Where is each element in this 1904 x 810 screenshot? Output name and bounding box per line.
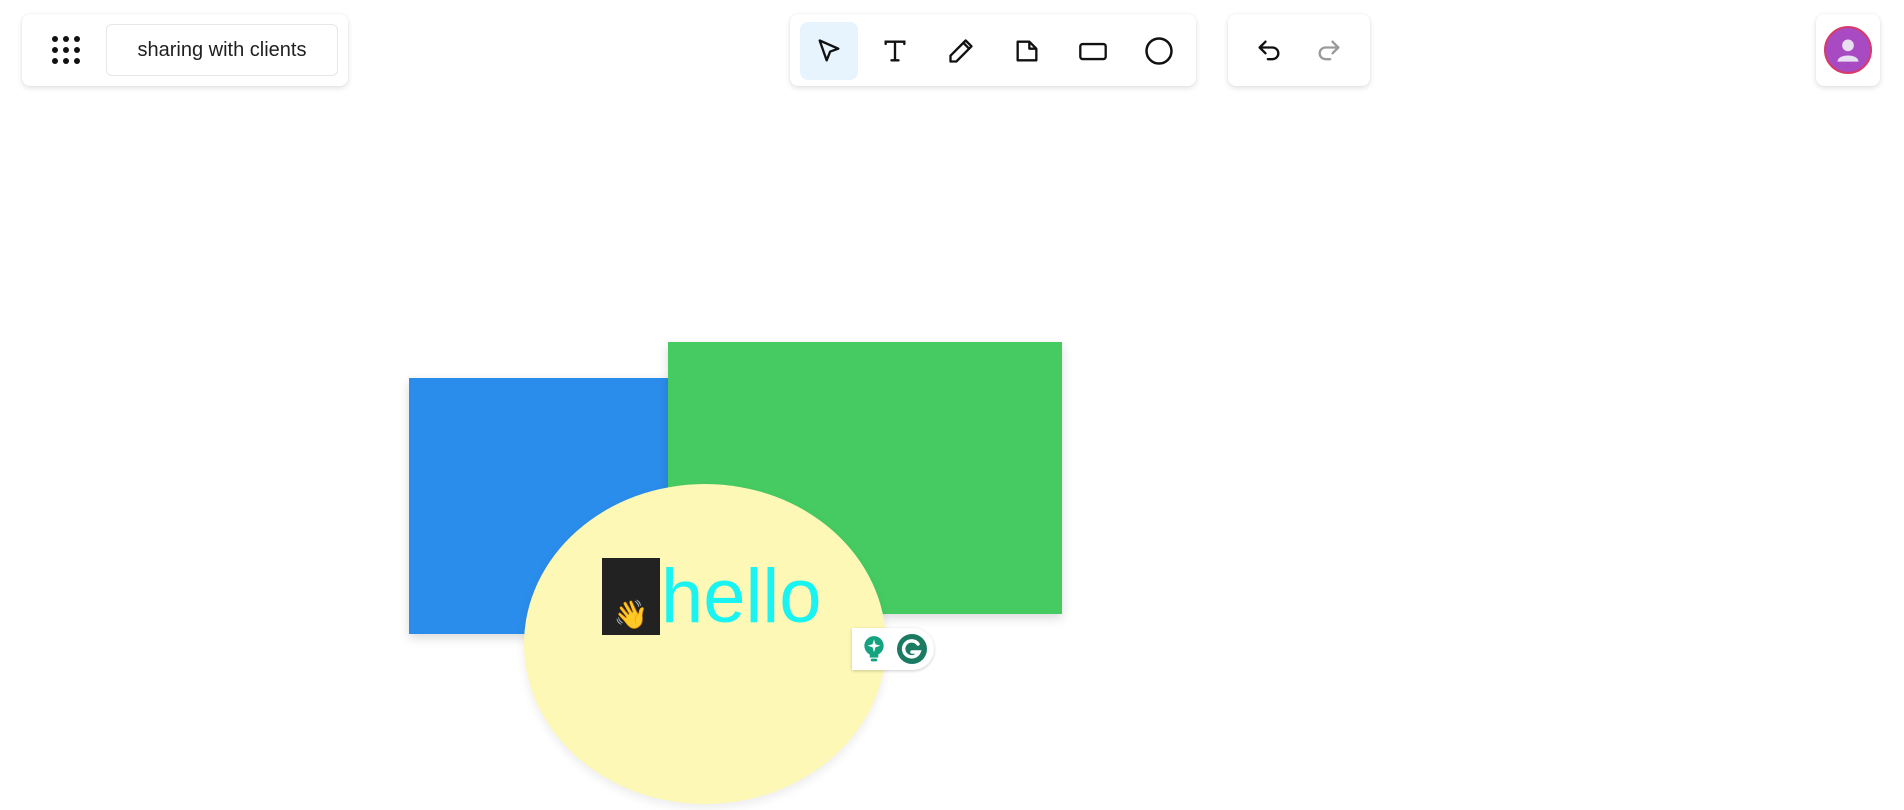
ellipse-tool-button[interactable] — [1130, 22, 1188, 80]
user-panel — [1816, 14, 1880, 86]
text-tool-button[interactable] — [866, 22, 924, 80]
sticky-note-tool-button[interactable] — [998, 22, 1056, 80]
sticky-note-icon — [1016, 40, 1038, 62]
pencil-icon — [949, 39, 973, 63]
yellow-ellipse-shape[interactable] — [524, 484, 886, 804]
text-tool-icon — [884, 40, 906, 62]
whiteboard-canvas[interactable]: sharing with clients 👋 hello — [0, 0, 1904, 810]
ellipse-icon — [1145, 37, 1173, 65]
board-title-field[interactable]: sharing with clients — [106, 24, 338, 76]
history-toolbar — [1228, 14, 1370, 86]
board-menu-panel: sharing with clients — [22, 14, 348, 86]
user-avatar[interactable] — [1824, 26, 1872, 74]
lightbulb-icon[interactable] — [858, 633, 890, 665]
undo-button[interactable] — [1240, 22, 1298, 80]
rectangle-tool-button[interactable] — [1064, 22, 1122, 80]
user-silhouette-icon — [1837, 39, 1859, 62]
grid-dots-icon — [52, 36, 80, 64]
select-cursor-icon — [818, 39, 840, 62]
select-tool-button[interactable] — [800, 22, 858, 80]
grammarly-widget[interactable] — [852, 628, 934, 670]
redo-icon — [1318, 40, 1340, 61]
main-menu-button[interactable] — [44, 28, 88, 72]
waving-hand-emoji: 👋 — [602, 558, 660, 635]
hello-text-element[interactable]: hello — [661, 552, 822, 642]
grammarly-icon[interactable] — [896, 633, 928, 665]
pencil-tool-button[interactable] — [932, 22, 990, 80]
tools-toolbar — [790, 14, 1196, 86]
rectangle-icon — [1079, 42, 1107, 61]
undo-icon — [1258, 40, 1280, 61]
redo-button[interactable] — [1300, 22, 1358, 80]
